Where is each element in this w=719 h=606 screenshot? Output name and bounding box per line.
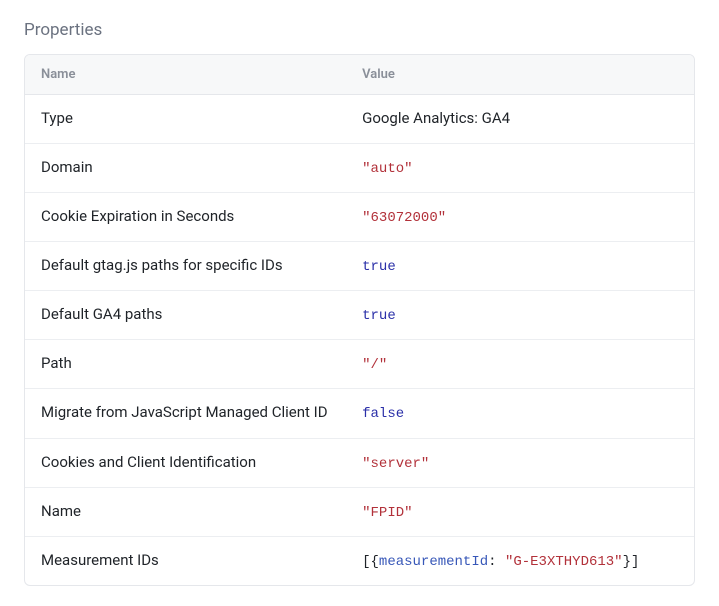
property-value: "server" <box>346 439 694 487</box>
property-value: "/" <box>346 340 694 388</box>
table-row: Domain "auto" <box>25 144 694 193</box>
prop-token: measurementId <box>379 554 488 570</box>
properties-table: Name Value TypeGoogle Analytics: GA4Doma… <box>24 54 695 586</box>
table-row: Default gtag.js paths for specific IDs tr… <box>25 242 694 291</box>
punc-token: : <box>488 554 505 570</box>
property-name: Type <box>25 95 346 143</box>
property-name: Domain <box>25 144 346 192</box>
table-row: Path "/" <box>25 340 694 389</box>
property-name: Measurement IDs <box>25 537 346 585</box>
property-value: Google Analytics: GA4 <box>346 95 694 143</box>
string-literal: "63072000" <box>362 210 446 226</box>
property-value: true <box>346 242 694 290</box>
keyword-literal: true <box>362 308 396 324</box>
table-row: Cookie Expiration in Seconds "63072000" <box>25 193 694 242</box>
column-header-value: Value <box>346 55 694 94</box>
string-literal: "auto" <box>362 161 412 177</box>
string-literal: "/" <box>362 357 387 373</box>
property-value: "FPID" <box>346 488 694 536</box>
string-literal: "FPID" <box>362 505 412 521</box>
table-row: Migrate from JavaScript Managed Client I… <box>25 389 694 438</box>
table-row: Name "FPID" <box>25 488 694 537</box>
property-value: false <box>346 389 694 437</box>
property-name: Path <box>25 340 346 388</box>
table-row: Cookies and Client Identification "server… <box>25 439 694 488</box>
property-value: "auto" <box>346 144 694 192</box>
complex-value: [{measurementId: "G-E3XTHYD613"}] <box>362 554 639 570</box>
property-name: Cookie Expiration in Seconds <box>25 193 346 241</box>
string-literal: "server" <box>362 456 429 472</box>
keyword-literal: false <box>362 406 404 422</box>
property-name: Default gtag.js paths for specific IDs <box>25 242 346 290</box>
column-header-name: Name <box>25 55 346 94</box>
punc-token: [{ <box>362 554 379 570</box>
property-value: "63072000" <box>346 193 694 241</box>
table-row: Measurement IDs [{measurementId: "G-E3XTH… <box>25 537 694 585</box>
table-body: TypeGoogle Analytics: GA4Domain "auto" Coo… <box>25 95 694 585</box>
table-row: TypeGoogle Analytics: GA4 <box>25 95 694 144</box>
keyword-literal: true <box>362 259 396 275</box>
property-name: Cookies and Client Identification <box>25 439 346 487</box>
table-header: Name Value <box>25 55 694 95</box>
property-name: Default GA4 paths <box>25 291 346 339</box>
property-name: Migrate from JavaScript Managed Client I… <box>25 389 346 437</box>
table-row: Default GA4 paths true <box>25 291 694 340</box>
panel-title: Properties <box>24 20 695 40</box>
property-value: [{measurementId: "G-E3XTHYD613"}] <box>346 537 694 585</box>
str-token: "G-E3XTHYD613" <box>505 554 623 570</box>
property-value: true <box>346 291 694 339</box>
punc-token: }] <box>623 554 640 570</box>
property-name: Name <box>25 488 346 536</box>
